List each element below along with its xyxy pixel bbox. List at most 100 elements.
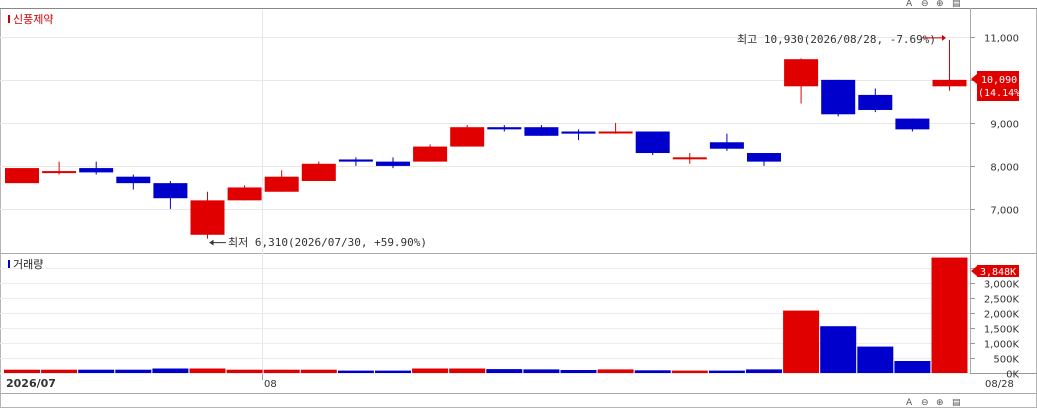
volume-title-marker	[8, 260, 10, 268]
candle-body	[709, 142, 744, 149]
candle	[598, 122, 633, 134]
volume-bar	[189, 368, 226, 373]
zoom-in-icon[interactable]: ⊕	[936, 0, 944, 9]
candle	[264, 170, 299, 192]
volume-axis-ticks: 0K500K1,000K1,500K2,000K2,500K3,000K3,50…	[970, 265, 1019, 381]
last-price-badge: 10,090 (14.14%)	[971, 71, 1026, 101]
volume-bar	[783, 310, 820, 373]
price-tick-label: 11,000	[984, 34, 1019, 45]
candle	[524, 125, 559, 136]
volume-bar	[486, 369, 523, 373]
volume-bar	[671, 370, 708, 373]
candle	[821, 79, 856, 117]
volume-bar	[746, 369, 782, 373]
zoom-controls-bottom[interactable]: A ⊖ ⊕ ▤	[906, 398, 961, 408]
volume-bar	[375, 370, 411, 373]
volume-bar	[857, 346, 894, 373]
candle-body	[524, 127, 559, 136]
last-price-value: 10,090	[981, 75, 1017, 86]
zoom-out-icon[interactable]: ⊖	[921, 0, 929, 9]
candle-body	[598, 131, 633, 134]
candle	[190, 191, 225, 239]
volume-bar	[41, 369, 78, 373]
candle-body	[672, 157, 707, 160]
volume-tick-label: 1,000K	[984, 340, 1020, 351]
candle	[5, 168, 39, 184]
volume-bar	[300, 369, 337, 373]
volume-bar	[560, 370, 597, 373]
volume-bar	[634, 370, 671, 373]
candle	[895, 118, 930, 132]
price-tick-label: 9,000	[990, 120, 1019, 131]
volume-tick-label: 1,500K	[984, 325, 1020, 336]
candle-body	[413, 146, 448, 162]
x-axis-start-label: 2026/07	[6, 377, 56, 390]
volume-bar	[226, 369, 263, 373]
candle	[153, 180, 188, 209]
volume-bar	[115, 369, 152, 373]
candle	[487, 125, 522, 132]
candle-body	[635, 131, 670, 154]
candle	[858, 88, 893, 113]
candle-body	[821, 79, 856, 115]
volume-bar	[412, 368, 449, 373]
price-axis-ticks: 7,0008,0009,00010,00011,000	[970, 34, 1019, 217]
candlesticks	[5, 39, 967, 239]
candle-body	[42, 171, 77, 174]
candle-body	[301, 163, 336, 181]
zoom-controls-top[interactable]: A ⊖ ⊕ ▤	[906, 0, 961, 9]
candle-body	[932, 79, 967, 87]
candle-body	[79, 168, 114, 173]
price-tick-label: 7,000	[990, 206, 1019, 217]
volume-pane-title: 거래량	[8, 258, 43, 271]
candle-body	[561, 131, 596, 134]
volume-bar	[152, 368, 189, 373]
candle	[672, 153, 707, 164]
volume-bar	[337, 370, 374, 373]
document-icon-bottom[interactable]: ▤	[952, 398, 961, 408]
zoom-in-icon-bottom[interactable]: ⊕	[936, 398, 944, 408]
last-volume-badge-arrow	[971, 266, 977, 276]
volume-bar	[4, 369, 40, 373]
zoom-out-icon-bottom[interactable]: ⊖	[921, 398, 929, 408]
candle-body	[895, 118, 930, 130]
candle	[338, 157, 373, 166]
candle	[932, 39, 967, 91]
volume-tick-label: 500K	[993, 355, 1019, 366]
candle-body	[338, 159, 373, 162]
x-axis-month-label: 08	[264, 379, 277, 390]
document-icon[interactable]: ▤	[952, 0, 961, 9]
volume-tick-label: 2,000K	[984, 310, 1020, 321]
candle-body	[153, 183, 188, 199]
volume-bar	[523, 369, 560, 373]
volume-bars	[4, 257, 968, 373]
volume-bar	[820, 326, 857, 373]
candle	[450, 125, 485, 147]
font-size-control-bottom[interactable]: A	[906, 398, 913, 408]
candle	[709, 133, 744, 151]
candle-body	[487, 127, 522, 130]
volume-bar	[894, 361, 931, 373]
price-title: 신풍제약	[13, 12, 53, 26]
candle-body	[190, 200, 225, 235]
volume-bar	[263, 369, 300, 373]
last-price-badge-arrow	[971, 74, 977, 84]
candle	[42, 161, 77, 175]
low-annotation-arrowhead	[209, 239, 214, 246]
candle-body	[264, 176, 299, 192]
candle-body	[858, 94, 893, 110]
candle	[301, 161, 336, 181]
font-size-control[interactable]: A	[906, 0, 913, 9]
candle	[784, 58, 819, 104]
price-title-marker	[8, 15, 10, 23]
volume-bar	[931, 257, 968, 373]
candle	[79, 161, 114, 175]
candle-body	[116, 176, 151, 184]
last-volume-badge: 3,848K	[971, 265, 1019, 278]
volume-bar	[708, 370, 745, 373]
stock-chart: A ⊖ ⊕ ▤ 7,0008,0009,00010,00011,000 신풍제약…	[0, 0, 1037, 408]
candle	[116, 174, 151, 190]
price-pane-title: 신풍제약	[8, 12, 53, 26]
candle-body	[227, 187, 262, 201]
price-annotations: 최고 10,930(2026/08/28, -7.69%) 최저 6,310(2…	[209, 33, 946, 249]
